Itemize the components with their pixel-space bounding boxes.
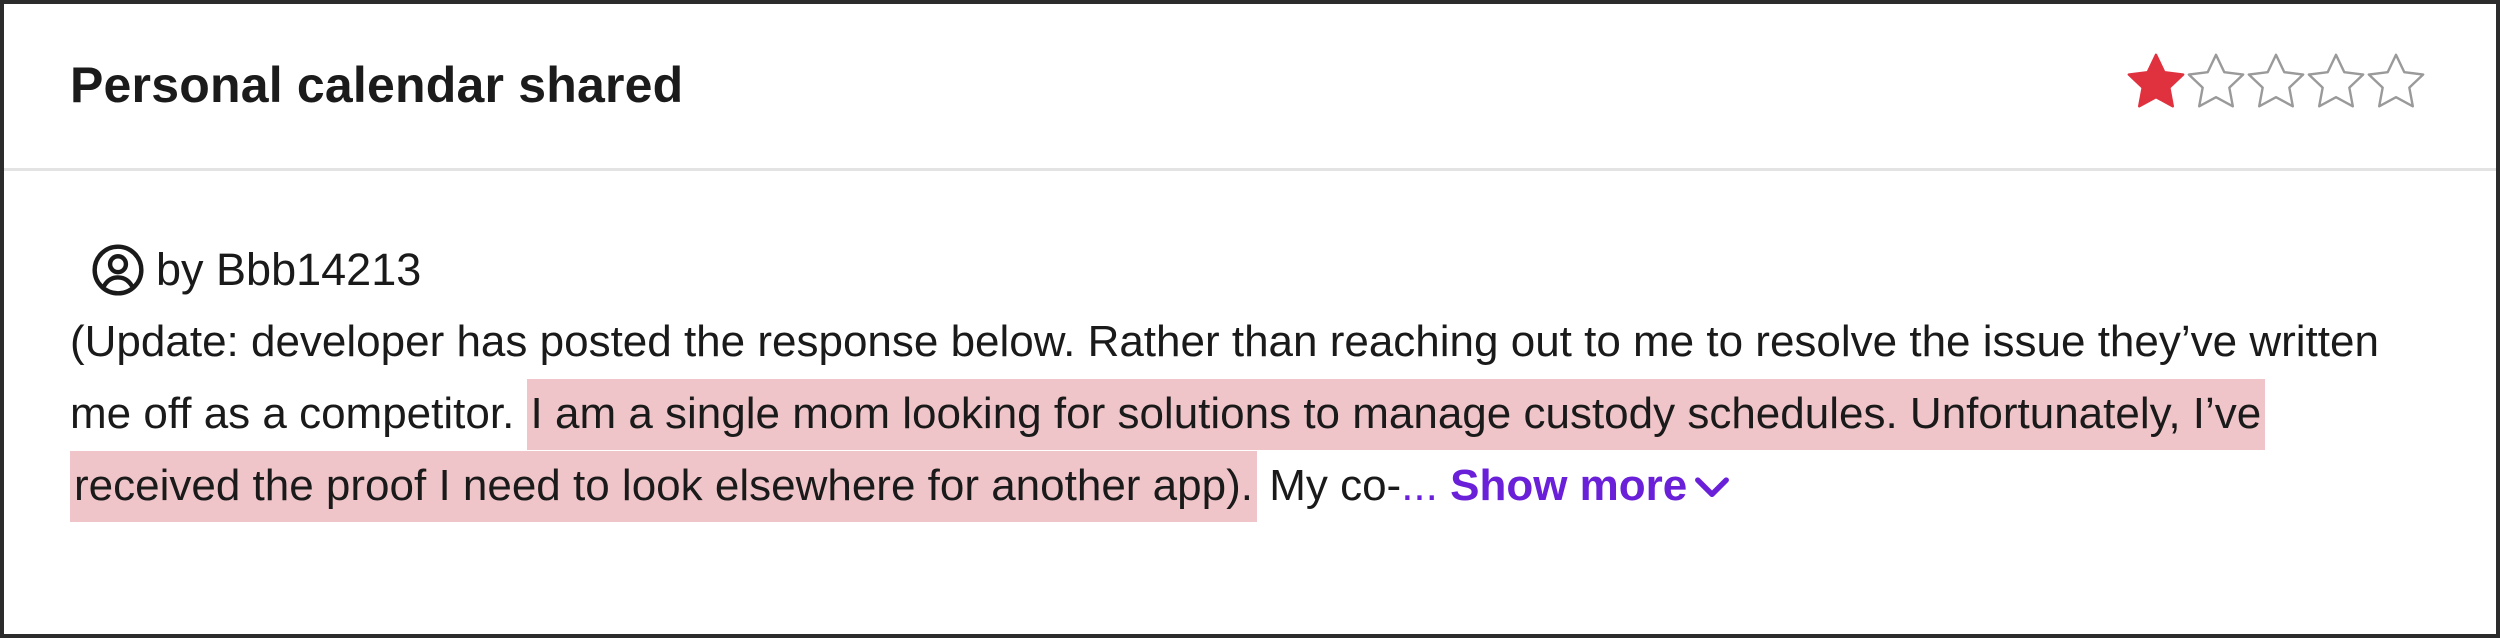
review-author: by Bbb14213	[70, 240, 2450, 300]
review-header: Personal calendar shared	[4, 4, 2496, 171]
review-text: (Update: developer has posted the respon…	[70, 306, 2430, 522]
review-card: Personal calendar shared by Bbb14213 (Up…	[0, 0, 2500, 638]
truncation-ellipsis: ...	[1401, 461, 1438, 510]
star-icon	[2367, 53, 2425, 108]
author-name: Bbb14213	[216, 244, 422, 295]
star-icon	[2307, 53, 2365, 108]
star-icon	[2127, 53, 2185, 108]
star-icon	[2187, 53, 2245, 108]
chevron-down-icon	[1695, 477, 1730, 498]
review-body: by Bbb14213 (Update: developer has poste…	[70, 240, 2450, 522]
review-title: Personal calendar shared	[70, 57, 684, 113]
user-circle-icon	[92, 244, 144, 296]
show-more-label: Show more	[1450, 461, 1688, 510]
review-text-truncated: My co-	[1256, 461, 1402, 510]
star-rating	[2124, 50, 2425, 120]
star-icon	[2247, 53, 2305, 108]
show-more-button[interactable]: Show more	[1450, 461, 1731, 510]
author-prefix: by	[156, 244, 204, 295]
